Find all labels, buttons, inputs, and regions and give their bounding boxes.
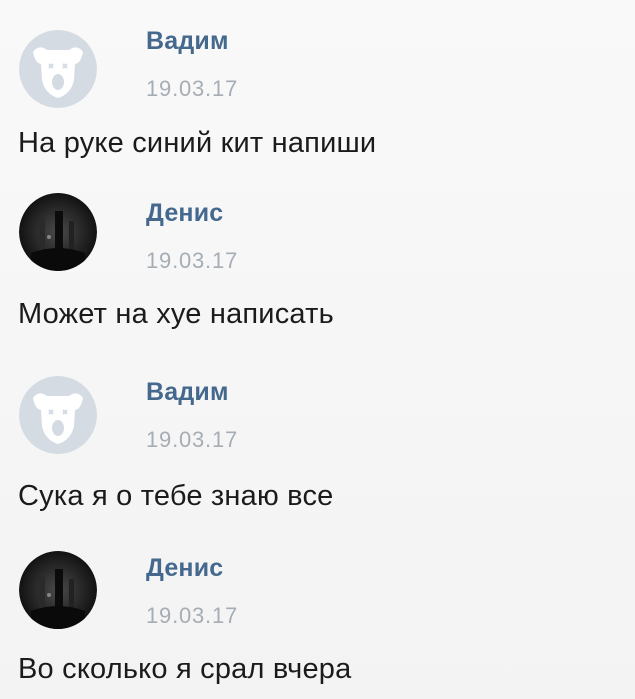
author-name[interactable]: Денис <box>146 554 223 583</box>
message-text: Во сколько я срал вчера <box>18 653 352 685</box>
author-name[interactable]: Вадим <box>146 378 229 407</box>
message-item: Денис 19.03.17 Во сколько я срал вчера <box>0 525 635 699</box>
message-date: 19.03.17 <box>146 427 239 452</box>
message-text: Может на хуе написать <box>18 298 334 330</box>
message-date: 19.03.17 <box>146 248 239 273</box>
dark-photo-avatar-icon[interactable] <box>19 193 97 271</box>
author-name[interactable]: Вадим <box>146 27 229 56</box>
message-date: 19.03.17 <box>146 603 239 628</box>
message-item: Денис 19.03.17 Может на хуе написать <box>0 175 635 350</box>
message-item: Вадим 19.03.17 Сука я о тебе знаю все <box>0 350 635 525</box>
dark-photo-avatar-icon[interactable] <box>19 551 97 629</box>
vk-dog-avatar-icon[interactable] <box>19 30 97 108</box>
chat-feed: Вадим 19.03.17 На руке синий кит напиши <box>0 0 635 699</box>
vk-dog-avatar-icon[interactable] <box>19 376 97 454</box>
message-item: Вадим 19.03.17 На руке синий кит напиши <box>0 0 635 175</box>
message-text: Сука я о тебе знаю все <box>18 480 334 512</box>
author-name[interactable]: Денис <box>146 199 223 228</box>
message-text: На руке синий кит напиши <box>18 127 377 159</box>
message-date: 19.03.17 <box>146 76 239 101</box>
